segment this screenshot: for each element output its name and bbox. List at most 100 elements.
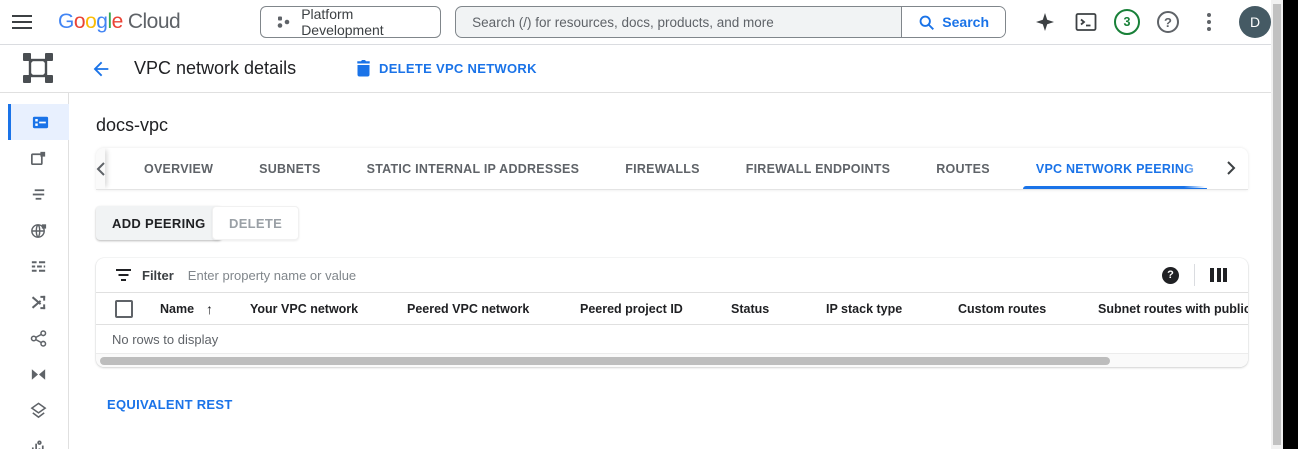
filter-label: Filter (142, 268, 174, 283)
tab-subnets[interactable]: SUBNETS (236, 148, 343, 189)
help-icon[interactable]: ? (1151, 5, 1185, 39)
column-header-name[interactable]: Name ↑ (160, 301, 250, 317)
layered-diamond-icon (29, 401, 48, 420)
delete-button[interactable]: DELETE (212, 206, 299, 240)
peering-icon (29, 329, 48, 348)
avatar-initial: D (1250, 14, 1260, 30)
tab-label: OVERVIEW (144, 162, 213, 176)
logo-letter: o (85, 10, 96, 34)
topbar-icon-cluster: 3 ? D (1028, 5, 1271, 39)
column-header-subnet-routes[interactable]: Subnet routes with public IPv (1098, 302, 1248, 316)
left-nav (0, 93, 69, 449)
sidebar-item-bring-your-own-ip[interactable] (8, 176, 69, 212)
help-glyph: ? (1164, 15, 1172, 30)
tab-static-internal-ip-addresses[interactable]: STATIC INTERNAL IP ADDRESSES (344, 148, 603, 189)
tab-bar: OVERVIEW SUBNETS STATIC INTERNAL IP ADDR… (96, 148, 1248, 190)
sidebar-item-internal-ranges[interactable] (8, 212, 69, 248)
tab-label: ROUTES (936, 162, 990, 176)
sidebar-item-packet-mirroring[interactable] (8, 428, 69, 449)
stacked-lines-icon (29, 185, 48, 204)
filter-icon (115, 268, 132, 282)
notification-count: 3 (1124, 15, 1131, 29)
help-glyph: ? (1167, 269, 1174, 281)
logo-letter: o (74, 10, 85, 34)
trash-icon (356, 60, 371, 77)
vertical-scrollbar-thumb[interactable] (1273, 4, 1281, 445)
routes-icon (29, 293, 48, 312)
column-header-status[interactable]: Status (731, 302, 826, 316)
search-button[interactable]: Search (901, 7, 1005, 37)
page-title: VPC network details (134, 58, 296, 79)
logo-letter: g (96, 10, 107, 34)
top-app-bar: Google Cloud Platform Development Search (0, 0, 1271, 45)
delete-vpc-network-button[interactable]: DELETE VPC NETWORK (356, 60, 537, 77)
globe-icon (29, 221, 48, 240)
tab-firewall-endpoints[interactable]: FIREWALL ENDPOINTS (723, 148, 914, 189)
gemini-sparkle-icon[interactable] (1028, 5, 1062, 39)
hamburger-menu-icon[interactable] (0, 14, 44, 30)
sidebar-item-vpc-networks[interactable] (8, 104, 69, 140)
vpc-network-product-icon (20, 50, 56, 86)
tab-overflow-fade (1184, 148, 1214, 188)
horizontal-scrollbar (96, 353, 1248, 367)
peering-table-card: Filter ? Name ↑ Your VPC network Peered … (96, 258, 1248, 367)
column-header-custom-routes[interactable]: Custom routes (958, 302, 1098, 316)
search-icon (918, 14, 935, 31)
tab-scroll-left-button[interactable] (96, 148, 105, 189)
global-search-bar: Search (455, 6, 1006, 38)
page-header: VPC network details DELETE VPC NETWORK (0, 45, 1271, 93)
delete-vpc-network-label: DELETE VPC NETWORK (379, 61, 537, 76)
sidebar-item-firewall[interactable] (8, 248, 69, 284)
tab-firewalls[interactable]: FIREWALLS (602, 148, 722, 189)
filter-bar: Filter ? (96, 258, 1248, 292)
gcp-console-window: Google Cloud Platform Development Search (0, 0, 1298, 449)
packet-mirroring-icon (29, 437, 48, 449)
tab-label: STATIC INTERNAL IP ADDRESSES (367, 162, 580, 176)
more-vert-icon[interactable] (1192, 5, 1226, 39)
google-cloud-logo[interactable]: Google Cloud (58, 10, 180, 34)
tab-overview[interactable]: OVERVIEW (121, 148, 236, 189)
filter-input[interactable] (188, 268, 1162, 283)
column-header-ip-stack-type[interactable]: IP stack type (826, 302, 958, 316)
column-header-peered-vpc-network[interactable]: Peered VPC network (407, 302, 580, 316)
sidebar-item-shared-vpc[interactable] (8, 356, 69, 392)
sidebar-item-routes[interactable] (8, 284, 69, 320)
project-selector-label: Platform Development (301, 6, 426, 38)
horizontal-scrollbar-thumb[interactable] (100, 357, 1110, 365)
column-header-peered-project-id[interactable]: Peered project ID (580, 302, 731, 316)
add-peering-button[interactable]: ADD PEERING (96, 206, 222, 240)
column-header-your-vpc-network[interactable]: Your VPC network (250, 302, 407, 316)
column-display-options-icon[interactable] (1210, 268, 1227, 282)
back-button[interactable] (88, 56, 114, 82)
shared-vpc-icon (29, 365, 48, 384)
sidebar-item-vpc-network-peering[interactable] (8, 320, 69, 356)
sidebar-item-serverless-vpc-access[interactable] (8, 392, 69, 428)
ip-addresses-icon (29, 149, 48, 168)
search-button-label: Search (942, 14, 989, 30)
tab-label: FIREWALLS (625, 162, 699, 176)
divider (1194, 264, 1195, 286)
network-name: docs-vpc (96, 115, 168, 136)
tab-routes[interactable]: ROUTES (913, 148, 1013, 189)
screen-edge (1283, 0, 1298, 449)
cloud-shell-icon[interactable] (1069, 5, 1103, 39)
project-selector[interactable]: Platform Development (260, 6, 441, 38)
vpc-networks-icon (31, 113, 50, 132)
main-content: docs-vpc OVERVIEW SUBNETS STATIC INTERNA… (70, 93, 1271, 449)
logo-cloud-text: Cloud (128, 10, 180, 34)
tab-scroll-right-button[interactable] (1214, 148, 1248, 188)
firewall-icon (29, 257, 48, 276)
tab-label: VPC NETWORK PEERING (1036, 162, 1194, 176)
search-input[interactable] (456, 7, 901, 37)
tab-label: SUBNETS (259, 162, 320, 176)
avatar[interactable]: D (1239, 6, 1271, 38)
equivalent-rest-link[interactable]: EQUIVALENT REST (107, 397, 233, 412)
tab-strip: OVERVIEW SUBNETS STATIC INTERNAL IP ADDR… (105, 148, 1248, 189)
sidebar-item-ip-addresses[interactable] (8, 140, 69, 176)
table-help-icon[interactable]: ? (1162, 267, 1179, 284)
sort-ascending-icon: ↑ (206, 301, 213, 317)
select-all-checkbox[interactable] (115, 300, 133, 318)
logo-letter: G (58, 10, 74, 34)
empty-table-message: No rows to display (96, 325, 1248, 353)
notifications-badge[interactable]: 3 (1110, 5, 1144, 39)
